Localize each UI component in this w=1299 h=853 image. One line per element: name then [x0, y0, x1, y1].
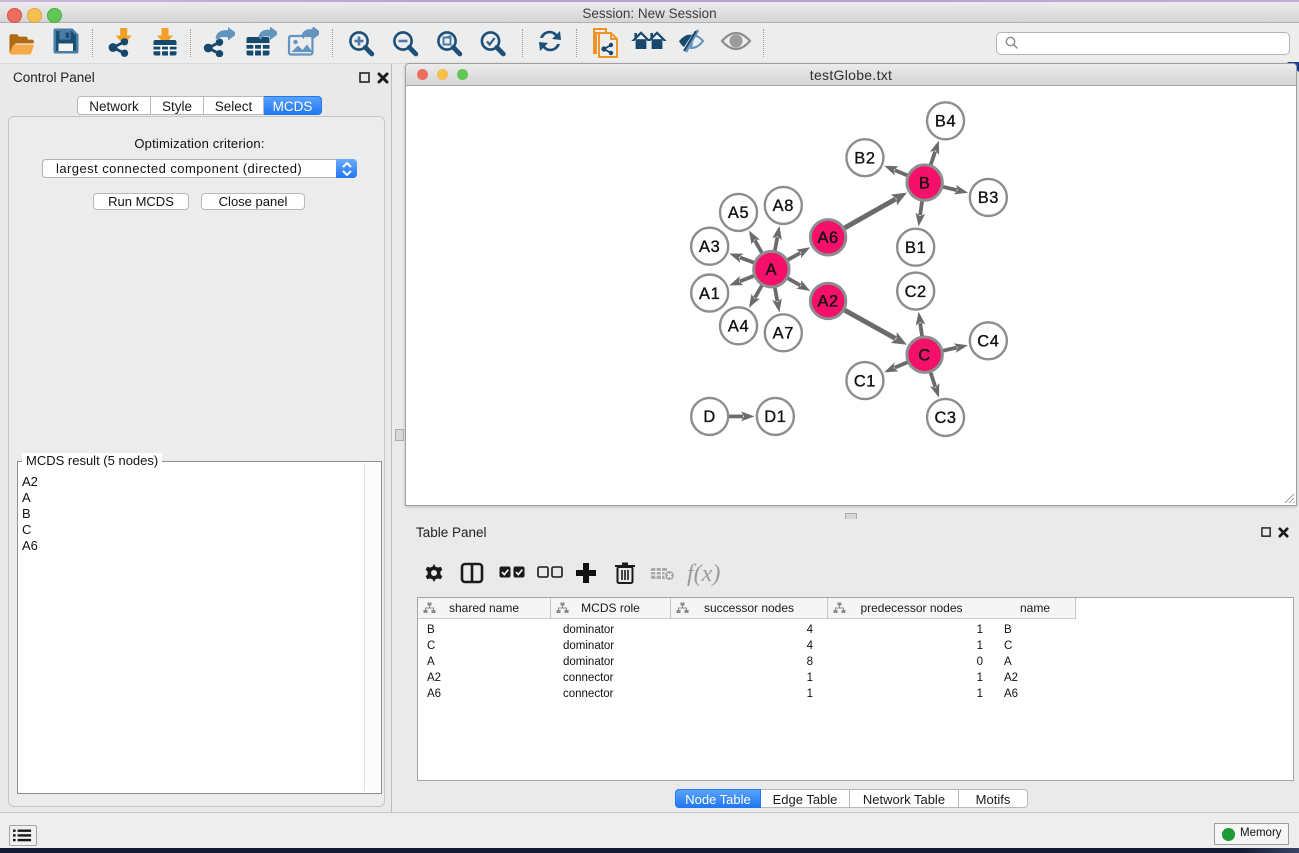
- svg-text:A5: A5: [728, 204, 749, 222]
- svg-text:C: C: [918, 346, 930, 364]
- svg-text:A: A: [766, 261, 778, 279]
- svg-text:D: D: [703, 408, 715, 426]
- svg-text:C2: C2: [905, 283, 927, 301]
- svg-text:C3: C3: [934, 409, 956, 427]
- svg-text:B3: B3: [978, 189, 999, 207]
- svg-text:A1: A1: [699, 285, 720, 303]
- svg-text:A7: A7: [773, 325, 794, 343]
- svg-text:A4: A4: [728, 318, 749, 336]
- svg-text:A8: A8: [773, 197, 794, 215]
- svg-text:C1: C1: [854, 372, 876, 390]
- svg-text:A6: A6: [817, 229, 838, 247]
- svg-text:B4: B4: [935, 113, 956, 131]
- svg-text:B2: B2: [854, 149, 875, 167]
- svg-text:A3: A3: [699, 238, 720, 256]
- svg-text:A2: A2: [817, 293, 838, 311]
- svg-text:C4: C4: [977, 333, 999, 351]
- svg-text:B: B: [919, 174, 931, 192]
- svg-text:D1: D1: [764, 408, 786, 426]
- svg-text:B1: B1: [905, 239, 926, 257]
